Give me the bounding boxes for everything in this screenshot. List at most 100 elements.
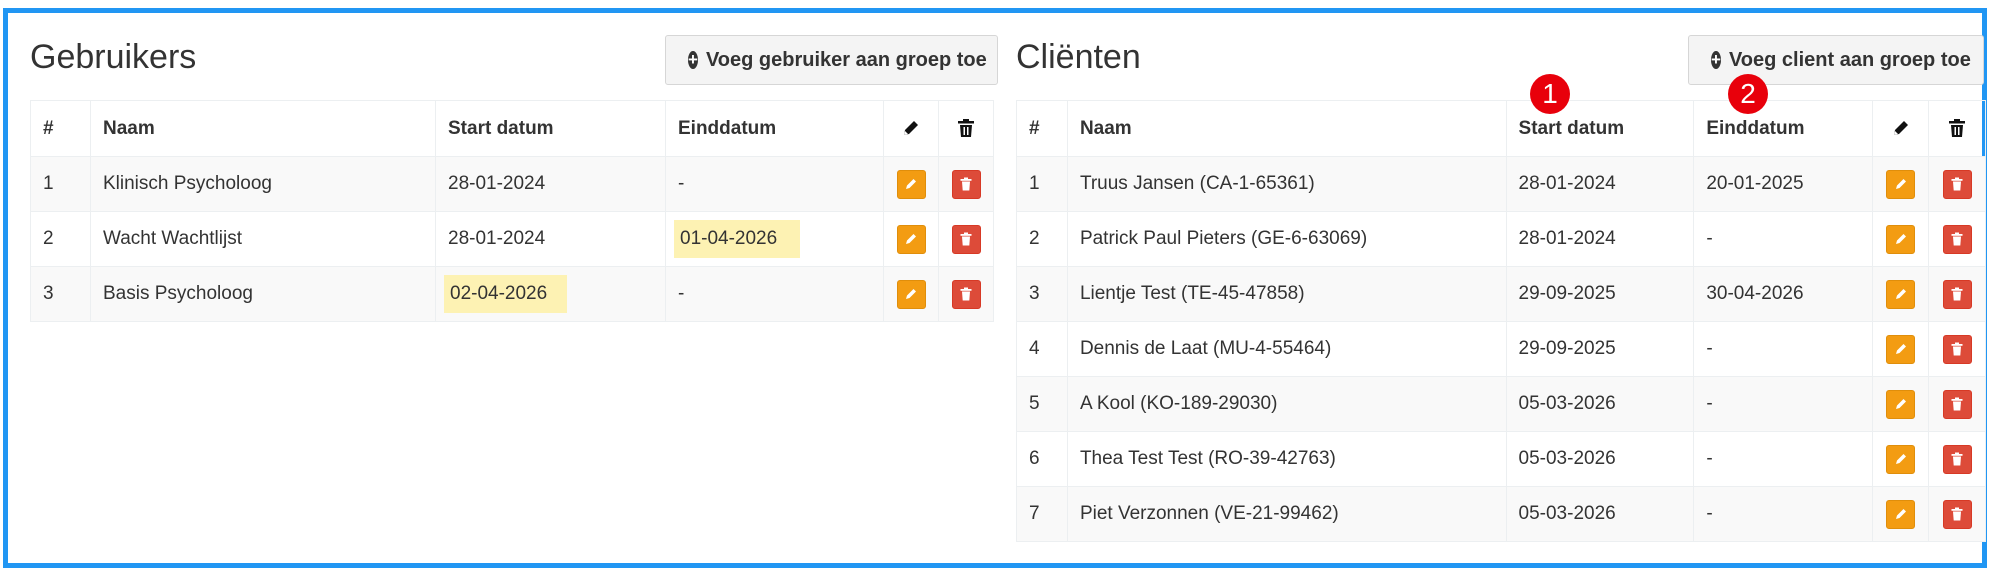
trash-icon	[1951, 397, 1963, 411]
row-start-date: 29-09-2025	[1505, 266, 1695, 322]
col-start-date: Start datum	[1505, 100, 1695, 157]
delete-button[interactable]	[1942, 334, 1972, 364]
col-delete	[938, 100, 994, 157]
edit-button[interactable]	[1886, 224, 1916, 254]
edit-cell	[1872, 156, 1930, 212]
pencil-icon	[1895, 179, 1906, 189]
row-start-date: 02-04-2026	[435, 266, 666, 322]
trash-icon	[1951, 452, 1963, 466]
delete-cell	[938, 266, 994, 322]
row-end-date: -	[1693, 486, 1874, 542]
delete-button[interactable]	[1942, 169, 1972, 199]
edit-cell	[883, 211, 939, 267]
row-number: 6	[1016, 431, 1068, 487]
row-number: 7	[1016, 486, 1068, 542]
delete-button[interactable]	[1942, 389, 1972, 419]
add-user-button[interactable]: + Voeg gebruiker aan groep toe	[665, 35, 998, 85]
users-table: # Naam Start datum Einddatum 1 Klinisch …	[30, 100, 994, 322]
edit-button[interactable]	[896, 169, 926, 199]
edit-cell	[1872, 211, 1930, 267]
row-start-date: 28-01-2024	[1505, 211, 1695, 267]
delete-button[interactable]	[951, 169, 981, 199]
add-client-button[interactable]: + Voeg client aan groep toe	[1688, 35, 1984, 85]
delete-cell	[1928, 156, 1986, 212]
col-edit	[883, 100, 939, 157]
row-number: 5	[1016, 376, 1068, 432]
groups-frame: Gebruikers + Voeg gebruiker aan groep to…	[3, 8, 1987, 568]
trash-icon	[960, 232, 972, 246]
table-row: 3 Basis Psycholoog 02-04-2026 -	[30, 266, 994, 322]
edit-button[interactable]	[1886, 444, 1916, 474]
row-start-date: 28-01-2024	[1505, 156, 1695, 212]
delete-button[interactable]	[1942, 499, 1972, 529]
delete-button[interactable]	[1942, 279, 1972, 309]
highlighted-end-date: 01-04-2026	[674, 220, 800, 258]
add-client-label: Voeg client aan groep toe	[1728, 48, 1971, 71]
delete-cell	[938, 211, 994, 267]
col-edit	[1872, 100, 1930, 157]
row-name: Lientje Test (TE-45-47858)	[1066, 266, 1507, 322]
row-name: Truus Jansen (CA-1-65361)	[1066, 156, 1507, 212]
edit-cell	[883, 266, 939, 322]
pencil-icon	[906, 179, 916, 189]
trash-icon	[958, 119, 974, 138]
plus-circle-icon: +	[1711, 50, 1721, 69]
edit-button[interactable]	[1886, 279, 1916, 309]
row-name: Piet Verzonnen (VE-21-99462)	[1066, 486, 1507, 542]
row-name: Dennis de Laat (MU-4-55464)	[1066, 321, 1507, 377]
clients-header-row: # Naam Start datum Einddatum	[1016, 100, 1986, 157]
row-end-date: -	[1693, 321, 1874, 377]
row-end-date: 01-04-2026	[665, 211, 884, 267]
edit-cell	[1872, 266, 1930, 322]
table-row: 5 A Kool (KO-189-29030) 05-03-2026 -	[1016, 376, 1986, 432]
trash-icon	[1949, 119, 1966, 138]
row-end-date: 20-01-2025	[1693, 156, 1874, 212]
trash-icon	[1951, 232, 1963, 246]
col-number: #	[30, 100, 91, 157]
table-row: 1 Truus Jansen (CA-1-65361) 28-01-2024 2…	[1016, 156, 1986, 212]
trash-icon	[1951, 287, 1963, 301]
pencil-icon	[906, 289, 916, 299]
plus-circle-icon: +	[688, 50, 698, 69]
pencil-icon	[1895, 234, 1906, 244]
edit-cell	[1872, 486, 1930, 542]
col-end-date: Einddatum	[1693, 100, 1874, 157]
edit-button[interactable]	[896, 279, 926, 309]
row-name: Thea Test Test (RO-39-42763)	[1066, 431, 1507, 487]
col-end-date: Einddatum	[665, 100, 884, 157]
row-start-date: 05-03-2026	[1505, 376, 1695, 432]
delete-cell	[1928, 266, 1986, 322]
row-number: 1	[1016, 156, 1068, 212]
edit-button[interactable]	[896, 224, 926, 254]
clients-title: Cliënten	[1016, 38, 1141, 76]
edit-button[interactable]	[1886, 389, 1916, 419]
row-number: 4	[1016, 321, 1068, 377]
delete-button[interactable]	[951, 279, 981, 309]
pencil-icon	[1895, 344, 1906, 354]
pencil-icon	[1895, 454, 1906, 464]
col-delete	[1928, 100, 1986, 157]
delete-cell	[1928, 376, 1986, 432]
row-end-date: -	[1693, 376, 1874, 432]
edit-button[interactable]	[1886, 169, 1916, 199]
col-name: Naam	[90, 100, 436, 157]
row-start-date: 28-01-2024	[435, 211, 666, 267]
row-number: 2	[1016, 211, 1068, 267]
table-row: 2 Patrick Paul Pieters (GE-6-63069) 28-0…	[1016, 211, 1986, 267]
row-end-date: -	[665, 156, 884, 212]
row-start-date: 29-09-2025	[1505, 321, 1695, 377]
edit-button[interactable]	[1886, 334, 1916, 364]
pencil-icon	[906, 234, 916, 244]
delete-button[interactable]	[951, 224, 981, 254]
delete-button[interactable]	[1942, 224, 1972, 254]
pencil-icon	[1893, 121, 1908, 136]
row-name: Basis Psycholoog	[90, 266, 436, 322]
table-row: 3 Lientje Test (TE-45-47858) 29-09-2025 …	[1016, 266, 1986, 322]
edit-cell	[1872, 376, 1930, 432]
row-name: Klinisch Psycholoog	[90, 156, 436, 212]
trash-icon	[1951, 507, 1963, 521]
row-name: Wacht Wachtlijst	[90, 211, 436, 267]
edit-button[interactable]	[1886, 499, 1916, 529]
delete-button[interactable]	[1942, 444, 1972, 474]
delete-cell	[1928, 321, 1986, 377]
